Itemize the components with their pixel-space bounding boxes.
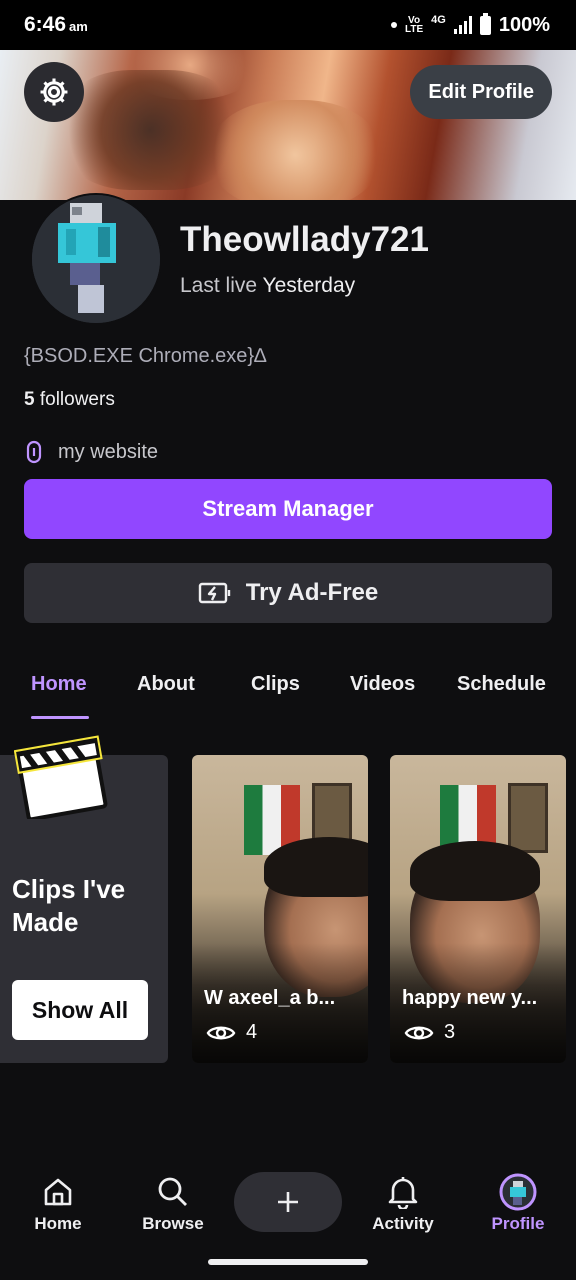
last-live: Last live Yesterday <box>180 274 355 298</box>
status-icons: Vo LTE 4G 100% <box>391 12 550 37</box>
gear-icon <box>40 78 68 106</box>
tab-clips[interactable]: Clips <box>251 673 300 696</box>
followers-number: 5 <box>24 389 35 410</box>
nav-browse-label: Browse <box>142 1214 204 1233</box>
home-indicator[interactable] <box>208 1259 368 1265</box>
ampm-text: am <box>69 19 88 34</box>
clapperboard-icon <box>14 735 108 819</box>
nav-activity-label: Activity <box>372 1214 434 1233</box>
time-text: 6:46 <box>24 13 67 36</box>
tab-about[interactable]: About <box>137 673 195 696</box>
create-button[interactable] <box>234 1172 342 1232</box>
link-icon <box>26 440 42 464</box>
bell-icon <box>388 1177 418 1209</box>
tab-home[interactable]: Home <box>31 673 87 696</box>
last-live-prefix: Last live <box>180 274 258 297</box>
website-link[interactable]: my website <box>24 440 158 464</box>
tab-schedule[interactable]: Schedule <box>457 673 546 696</box>
status-bar: 6:46 am Vo LTE 4G 100% <box>0 0 576 50</box>
followers-count[interactable]: 5 followers <box>24 389 115 411</box>
search-icon <box>158 1177 187 1206</box>
clip-card[interactable]: happy new y... 3 <box>390 755 566 1063</box>
bio: {BSOD.EXE Chrome.exe}∆ <box>24 345 267 367</box>
volte-icon: Vo LTE <box>405 15 424 35</box>
eye-icon <box>404 1026 434 1039</box>
avatar-icon <box>499 1173 537 1211</box>
home-icon <box>44 1178 72 1206</box>
eye-icon <box>206 1026 236 1039</box>
network-type: 4G <box>431 14 446 26</box>
nav-home-label: Home <box>34 1214 82 1233</box>
clips-card-title: Clips I've Made <box>12 874 126 937</box>
edit-profile-button[interactable]: Edit Profile <box>410 65 552 119</box>
minecraft-avatar-image <box>32 195 160 323</box>
battery-percent: 100% <box>498 13 550 36</box>
notification-dot-icon <box>391 22 397 28</box>
clips-made-card[interactable]: Clips I've Made Show All <box>0 735 168 1063</box>
try-ad-free-button[interactable]: Try Ad-Free <box>24 563 552 623</box>
avatar[interactable] <box>30 193 162 325</box>
last-live-value: Yesterday <box>262 274 356 297</box>
nav-activity[interactable]: Activity <box>348 1172 458 1234</box>
nav-profile[interactable]: Profile <box>463 1172 573 1234</box>
show-all-button[interactable]: Show All <box>12 980 148 1040</box>
clip-view-count: 3 <box>444 1021 456 1043</box>
plus-icon <box>278 1192 298 1212</box>
nav-home[interactable]: Home <box>3 1172 113 1234</box>
battery-icon <box>479 12 491 35</box>
profile-tabs: Home About Clips Videos Schedule <box>0 665 576 719</box>
settings-button[interactable] <box>24 62 84 122</box>
clip-card[interactable]: W axeel_a b... 4 <box>192 755 368 1063</box>
website-label: my website <box>58 440 159 463</box>
status-time: 6:46 am <box>24 13 88 37</box>
clip-title: W axeel_a b... <box>204 987 336 1009</box>
try-ad-free-label: Try Ad-Free <box>245 579 379 606</box>
tab-videos[interactable]: Videos <box>350 673 415 696</box>
stream-manager-button[interactable]: Stream Manager <box>24 479 552 539</box>
bottom-nav: Home Browse Activity Profile <box>0 1160 576 1240</box>
clip-view-count: 4 <box>246 1021 258 1043</box>
clip-views: 3 <box>404 1021 455 1044</box>
signal-icon <box>453 16 472 34</box>
nav-profile-label: Profile <box>491 1214 545 1233</box>
active-tab-indicator <box>31 716 89 719</box>
clip-views: 4 <box>206 1021 257 1044</box>
nav-browse[interactable]: Browse <box>118 1172 228 1234</box>
clip-title: happy new y... <box>402 987 538 1009</box>
battery-bolt-icon <box>198 582 230 604</box>
followers-label: followers <box>39 389 115 410</box>
username: Theowllady721 <box>180 220 429 259</box>
